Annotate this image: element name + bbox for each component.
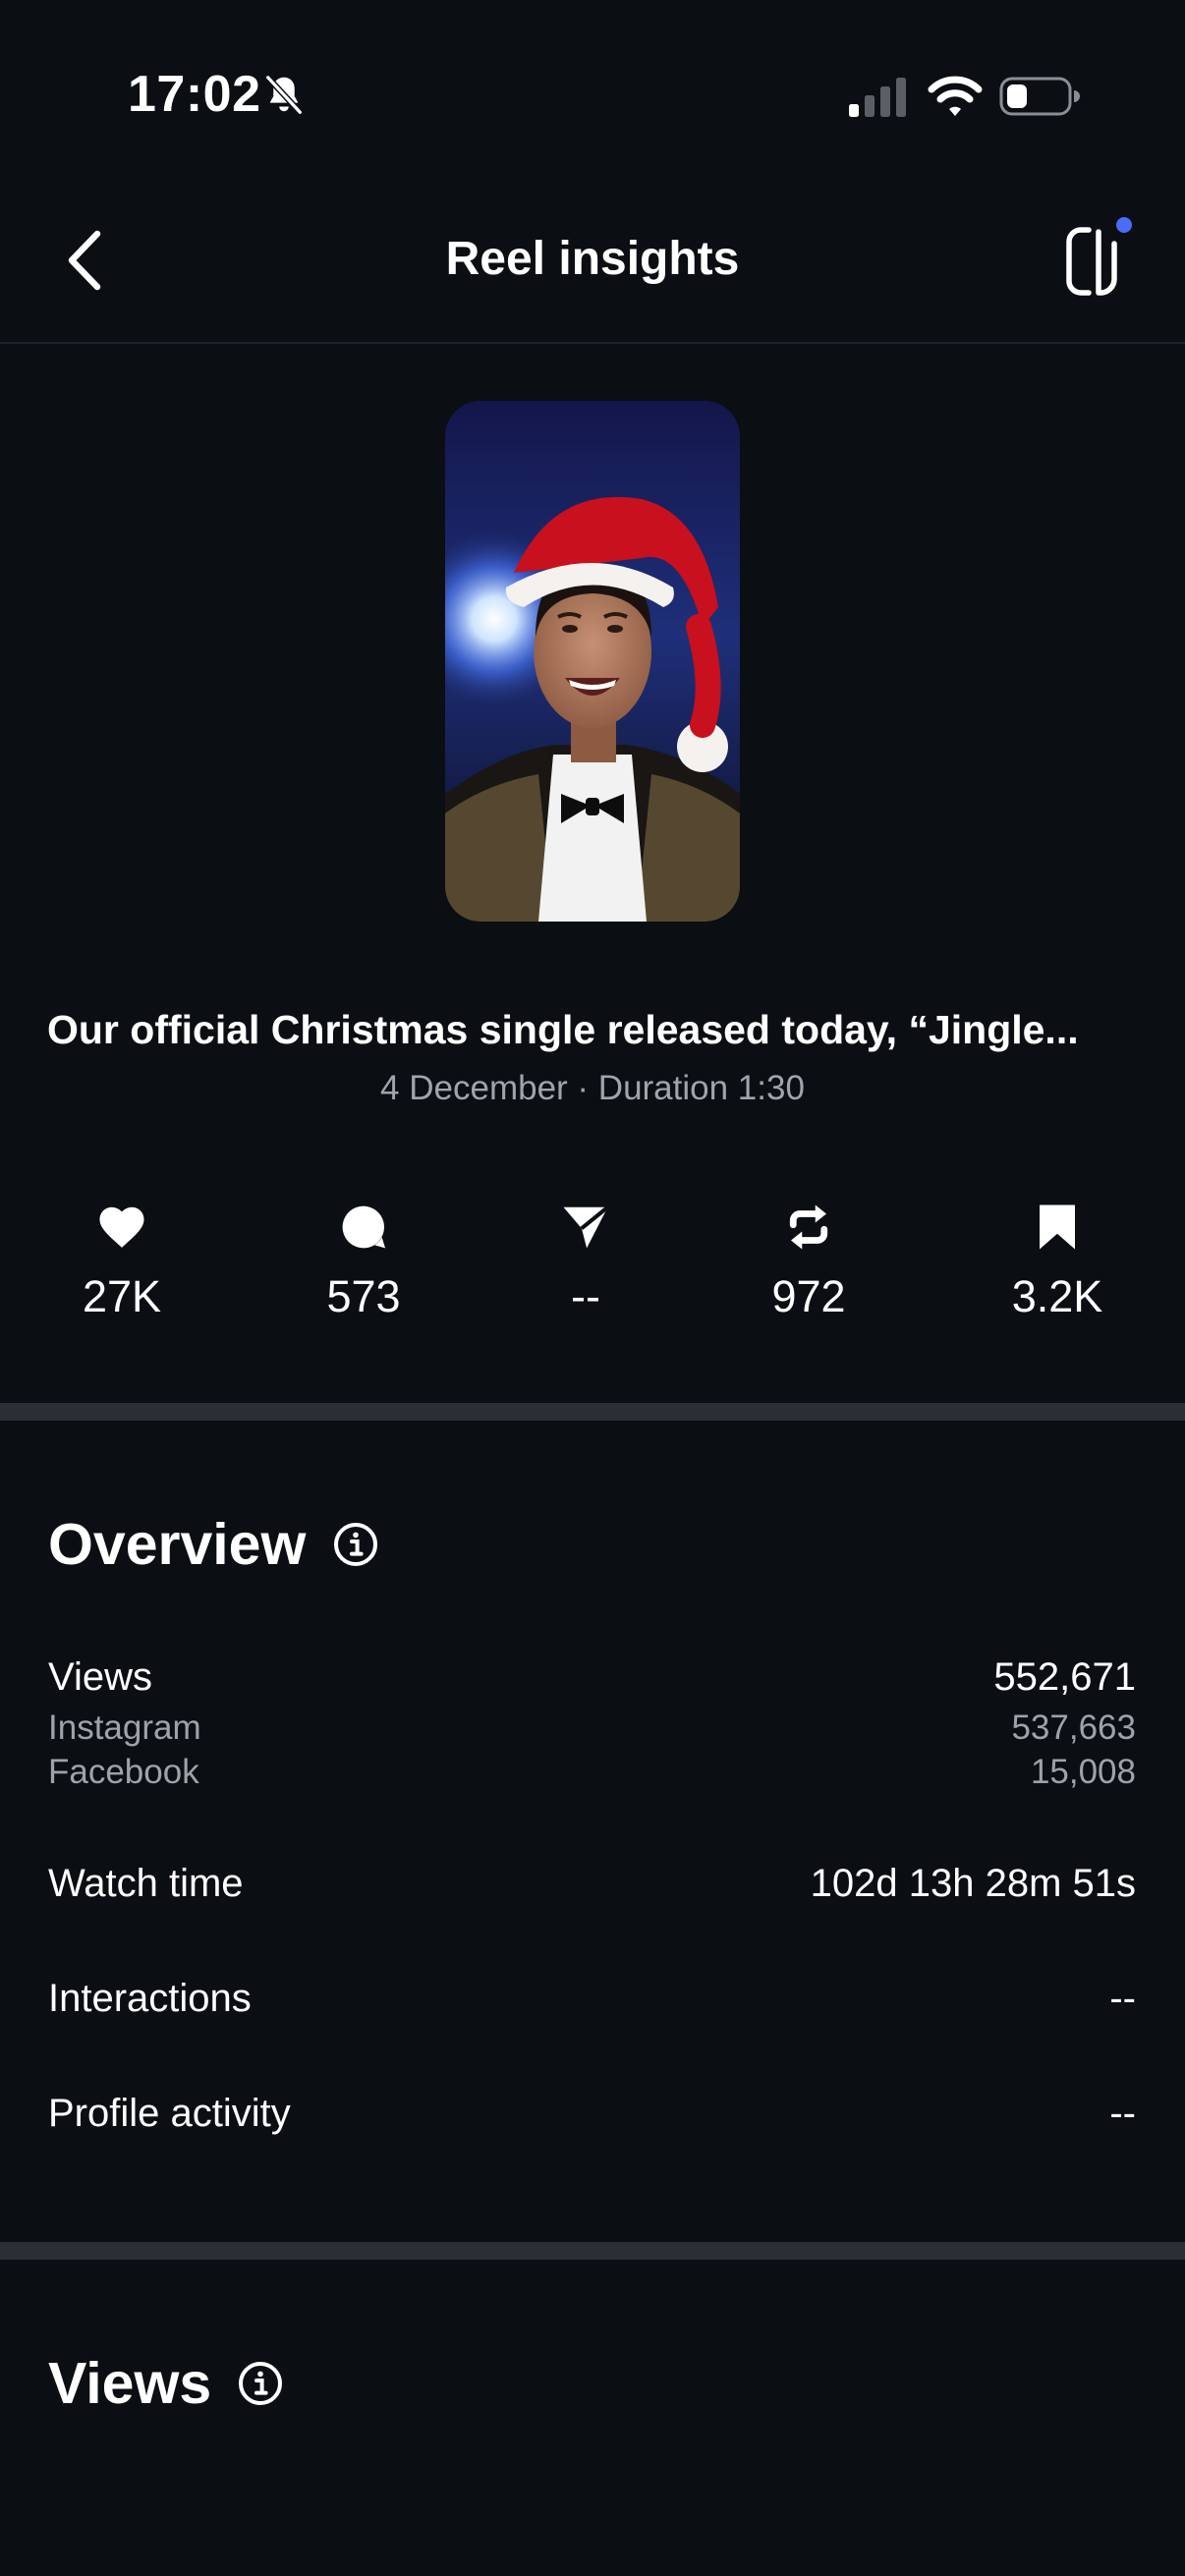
saves-stat: 3.2K (959, 1201, 1156, 1324)
likes-count: 27K (82, 1271, 162, 1321)
section-divider (0, 2242, 1185, 2260)
views-section-title: Views (48, 2351, 212, 2416)
reel-caption: Our official Christmas single released t… (47, 1007, 1079, 1052)
shares-stat: -- (487, 1201, 684, 1324)
bell-muted-icon (265, 75, 303, 115)
overview-title: Overview (48, 1512, 307, 1577)
interactions-label: Interactions (48, 1977, 252, 2020)
save-icon (1040, 1204, 1075, 1250)
saves-count: 3.2K (1011, 1271, 1103, 1321)
likes-stat: 27K (24, 1201, 220, 1324)
share-icon (563, 1205, 609, 1249)
profile-activity-value: -- (1109, 2092, 1136, 2135)
overview-info-icon[interactable] (332, 1521, 379, 1568)
comments-stat: 573 (265, 1201, 462, 1324)
notification-dot (1116, 217, 1132, 233)
views-info-icon[interactable] (237, 2360, 284, 2407)
reel-insights-screen: 17:02 Reel insights Our official Christm… (0, 0, 1185, 2576)
shares-count: -- (571, 1271, 600, 1321)
profile-activity-label: Profile activity (48, 2092, 291, 2135)
facebook-value: 15,008 (1030, 1753, 1136, 1791)
facebook-label: Facebook (48, 1753, 199, 1791)
reel-thumbnail[interactable] (445, 401, 740, 922)
reposts-stat: 972 (710, 1201, 907, 1324)
watch-time-label: Watch time (48, 1862, 244, 1905)
status-time: 17:02 (128, 66, 261, 123)
page-title: Reel insights (445, 233, 740, 285)
watch-time-value: 102d 13h 28m 51s (810, 1862, 1136, 1905)
wifi-icon (928, 76, 983, 116)
views-label: Views (48, 1655, 152, 1699)
views-value: 552,671 (993, 1655, 1136, 1699)
section-divider (0, 1403, 1185, 1421)
instagram-label: Instagram (48, 1708, 201, 1747)
comments-count: 573 (326, 1271, 401, 1321)
instagram-value: 537,663 (1011, 1708, 1136, 1747)
heart-icon (99, 1206, 144, 1248)
reel-meta: 4 December · Duration 1:30 (380, 1069, 805, 1107)
compose-icon[interactable] (1059, 210, 1138, 308)
navigation-bar: Reel insights (0, 187, 1185, 344)
interactions-value: -- (1109, 1977, 1136, 2020)
repost-icon (789, 1204, 828, 1250)
status-bar: 17:02 (0, 0, 1185, 187)
cellular-signal-icon (849, 78, 906, 117)
battery-icon (999, 77, 1080, 116)
reposts-count: 972 (771, 1271, 846, 1321)
comment-icon (342, 1205, 386, 1249)
